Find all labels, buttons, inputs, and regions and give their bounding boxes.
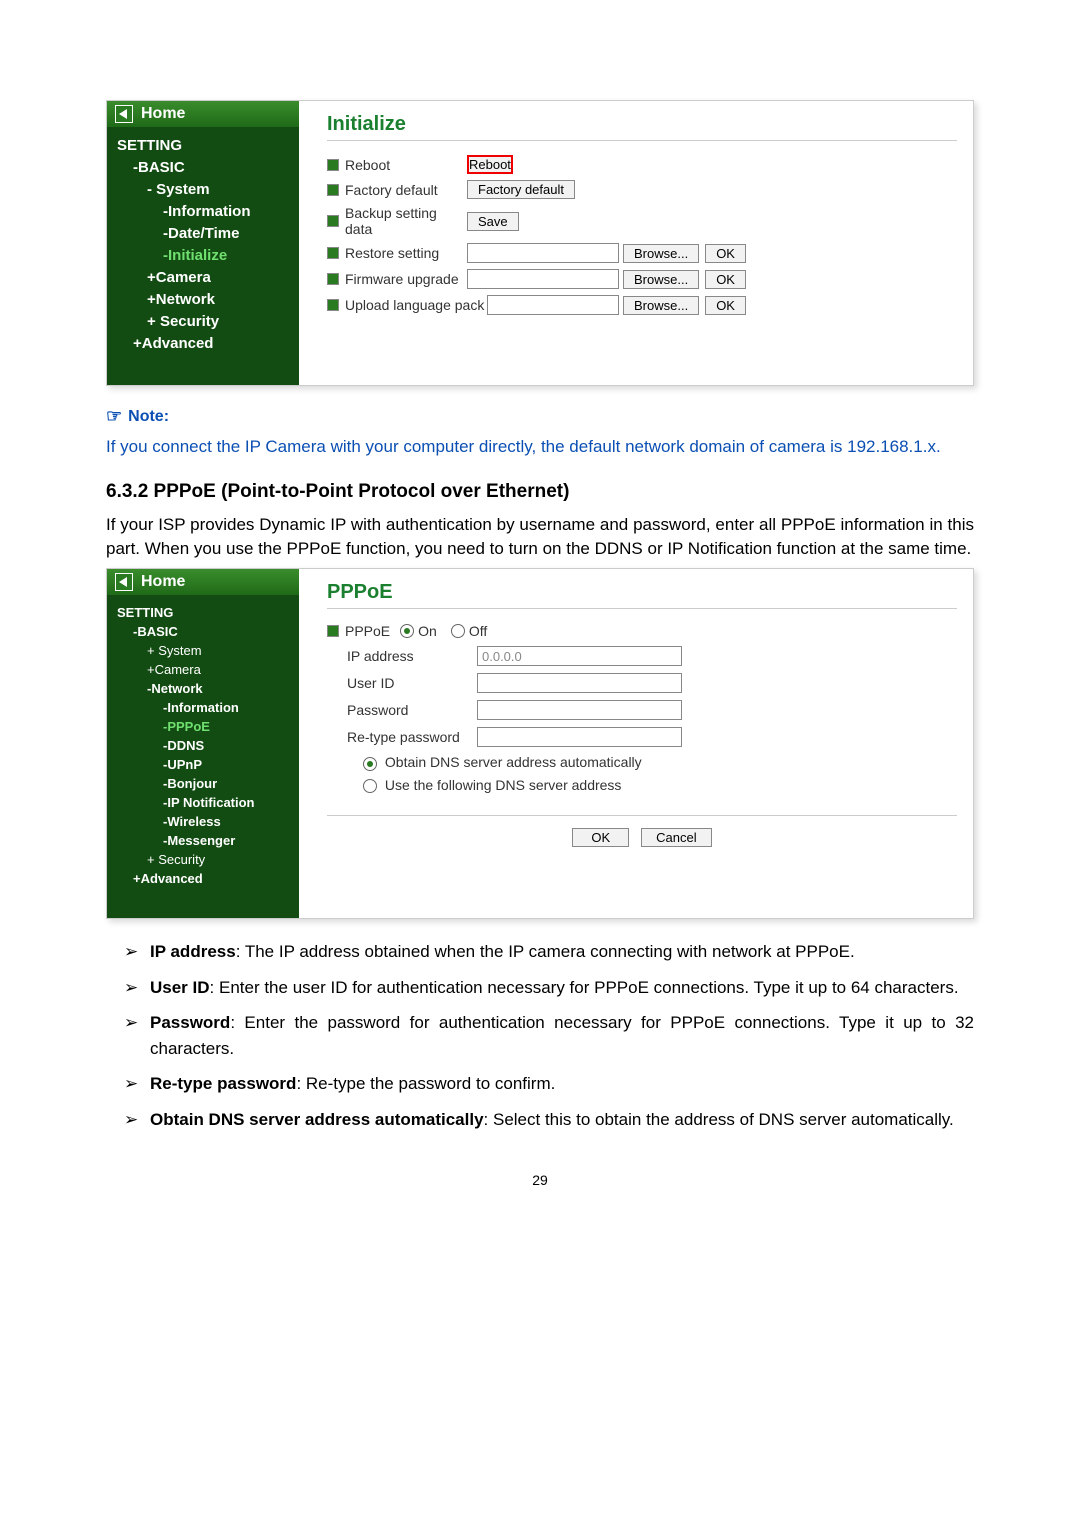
bullet-icon <box>327 159 339 171</box>
radio-dns-auto[interactable] <box>363 757 377 771</box>
cancel-button[interactable]: Cancel <box>641 828 711 847</box>
radio-on[interactable] <box>400 624 414 638</box>
label-restore: Restore setting <box>345 245 439 261</box>
sidebar: Home SETTING -BASIC + System +Camera -Ne… <box>107 569 299 918</box>
retype-password-field[interactable] <box>477 727 682 747</box>
screenshot-pppoe: Home SETTING -BASIC + System +Camera -Ne… <box>106 568 974 919</box>
radio-dns-manual[interactable] <box>363 779 377 793</box>
description-list: IP address: The IP address obtained when… <box>106 939 974 1132</box>
label-retype: Re-type password <box>347 729 477 745</box>
nav-basic[interactable]: -BASIC <box>117 622 299 641</box>
label-factory: Factory default <box>345 182 438 198</box>
list-item: Re-type password: Re-type the password t… <box>106 1071 974 1097</box>
nav-system[interactable]: + System <box>117 641 299 660</box>
nav-ddns[interactable]: -DDNS <box>117 736 299 755</box>
language-file-input[interactable] <box>487 295 619 315</box>
reboot-button[interactable]: Reboot <box>467 155 513 174</box>
list-item: User ID: Enter the user ID for authentic… <box>106 975 974 1001</box>
bullet-icon <box>327 273 339 285</box>
nav-security[interactable]: + Security <box>117 311 299 333</box>
nav-basic[interactable]: -BASIC <box>117 157 299 179</box>
restore-file-input[interactable] <box>467 243 619 263</box>
label-pppoe: PPPoE <box>345 623 390 639</box>
ok-button[interactable]: OK <box>705 296 746 315</box>
home-button[interactable]: Home <box>107 101 299 127</box>
bullet-icon <box>327 299 339 311</box>
pointing-hand-icon: ☞ <box>106 406 122 427</box>
label-userid: User ID <box>347 675 477 691</box>
radio-on-label: On <box>418 623 437 639</box>
label-ip: IP address <box>347 648 477 664</box>
bullet-icon <box>327 247 339 259</box>
nav-setting[interactable]: SETTING <box>117 603 299 622</box>
nav-bonjour[interactable]: -Bonjour <box>117 774 299 793</box>
note-heading: ☞ Note: <box>106 406 974 427</box>
note-text: If you connect the IP Camera with your c… <box>106 435 974 459</box>
nav-system[interactable]: - System <box>117 179 299 201</box>
label-upload: Upload language pack <box>345 297 484 313</box>
bullet-icon <box>327 184 339 196</box>
bullet-icon <box>327 215 339 227</box>
browse-button[interactable]: Browse... <box>623 244 699 263</box>
label-dns-auto: Obtain DNS server address automatically <box>385 754 642 770</box>
list-item: Password: Enter the password for authent… <box>106 1010 974 1061</box>
nav-network[interactable]: +Network <box>117 289 299 311</box>
page-title: Initialize <box>327 113 957 141</box>
nav-tree: SETTING -BASIC - System -Information -Da… <box>107 127 299 385</box>
content-panel: Initialize Reboot Reboot Factory default… <box>299 101 973 385</box>
nav-messenger[interactable]: -Messenger <box>117 831 299 850</box>
back-arrow-icon <box>115 573 133 591</box>
userid-field[interactable] <box>477 673 682 693</box>
sidebar: Home SETTING -BASIC - System -Informatio… <box>107 101 299 385</box>
label-backup: Backup setting data <box>345 205 467 237</box>
label-password: Password <box>347 702 477 718</box>
ok-button[interactable]: OK <box>705 244 746 263</box>
screenshot-initialize: Home SETTING -BASIC - System -Informatio… <box>106 100 974 386</box>
save-button[interactable]: Save <box>467 212 519 231</box>
nav-upnp[interactable]: -UPnP <box>117 755 299 774</box>
nav-tree: SETTING -BASIC + System +Camera -Network… <box>107 595 299 918</box>
nav-advanced[interactable]: +Advanced <box>117 869 299 888</box>
nav-ipnotification[interactable]: -IP Notification <box>117 793 299 812</box>
label-reboot: Reboot <box>345 157 390 173</box>
home-button[interactable]: Home <box>107 569 299 595</box>
nav-camera[interactable]: +Camera <box>117 660 299 679</box>
home-label: Home <box>141 105 185 123</box>
list-item: IP address: The IP address obtained when… <box>106 939 974 965</box>
nav-pppoe[interactable]: -PPPoE <box>117 717 299 736</box>
back-arrow-icon <box>115 105 133 123</box>
nav-datetime[interactable]: -Date/Time <box>117 223 299 245</box>
section-intro: If your ISP provides Dynamic IP with aut… <box>106 513 974 561</box>
list-item: Obtain DNS server address automatically:… <box>106 1107 974 1133</box>
label-firmware: Firmware upgrade <box>345 271 459 287</box>
browse-button[interactable]: Browse... <box>623 296 699 315</box>
ok-button[interactable]: OK <box>705 270 746 289</box>
nav-network[interactable]: -Network <box>117 679 299 698</box>
factory-default-button[interactable]: Factory default <box>467 180 575 199</box>
label-dns-manual: Use the following DNS server address <box>385 777 622 793</box>
note-label: Note: <box>128 408 169 426</box>
nav-security[interactable]: + Security <box>117 850 299 869</box>
radio-off[interactable] <box>451 624 465 638</box>
browse-button[interactable]: Browse... <box>623 270 699 289</box>
nav-initialize[interactable]: -Initialize <box>117 245 299 267</box>
nav-advanced[interactable]: +Advanced <box>117 333 299 355</box>
page-title: PPPoE <box>327 581 957 609</box>
firmware-file-input[interactable] <box>467 269 619 289</box>
nav-wireless[interactable]: -Wireless <box>117 812 299 831</box>
nav-information[interactable]: -Information <box>117 201 299 223</box>
nav-information[interactable]: -Information <box>117 698 299 717</box>
bullet-icon <box>327 625 339 637</box>
ok-button[interactable]: OK <box>572 828 629 847</box>
page-number: 29 <box>106 1172 974 1188</box>
nav-setting[interactable]: SETTING <box>117 135 299 157</box>
password-field[interactable] <box>477 700 682 720</box>
radio-off-label: Off <box>469 623 487 639</box>
ip-address-field <box>477 646 682 666</box>
nav-camera[interactable]: +Camera <box>117 267 299 289</box>
content-panel: PPPoE PPPoE On Off IP address User ID Pa… <box>299 569 973 918</box>
home-label: Home <box>141 573 185 591</box>
section-heading: 6.3.2 PPPoE (Point-to-Point Protocol ove… <box>106 481 974 503</box>
